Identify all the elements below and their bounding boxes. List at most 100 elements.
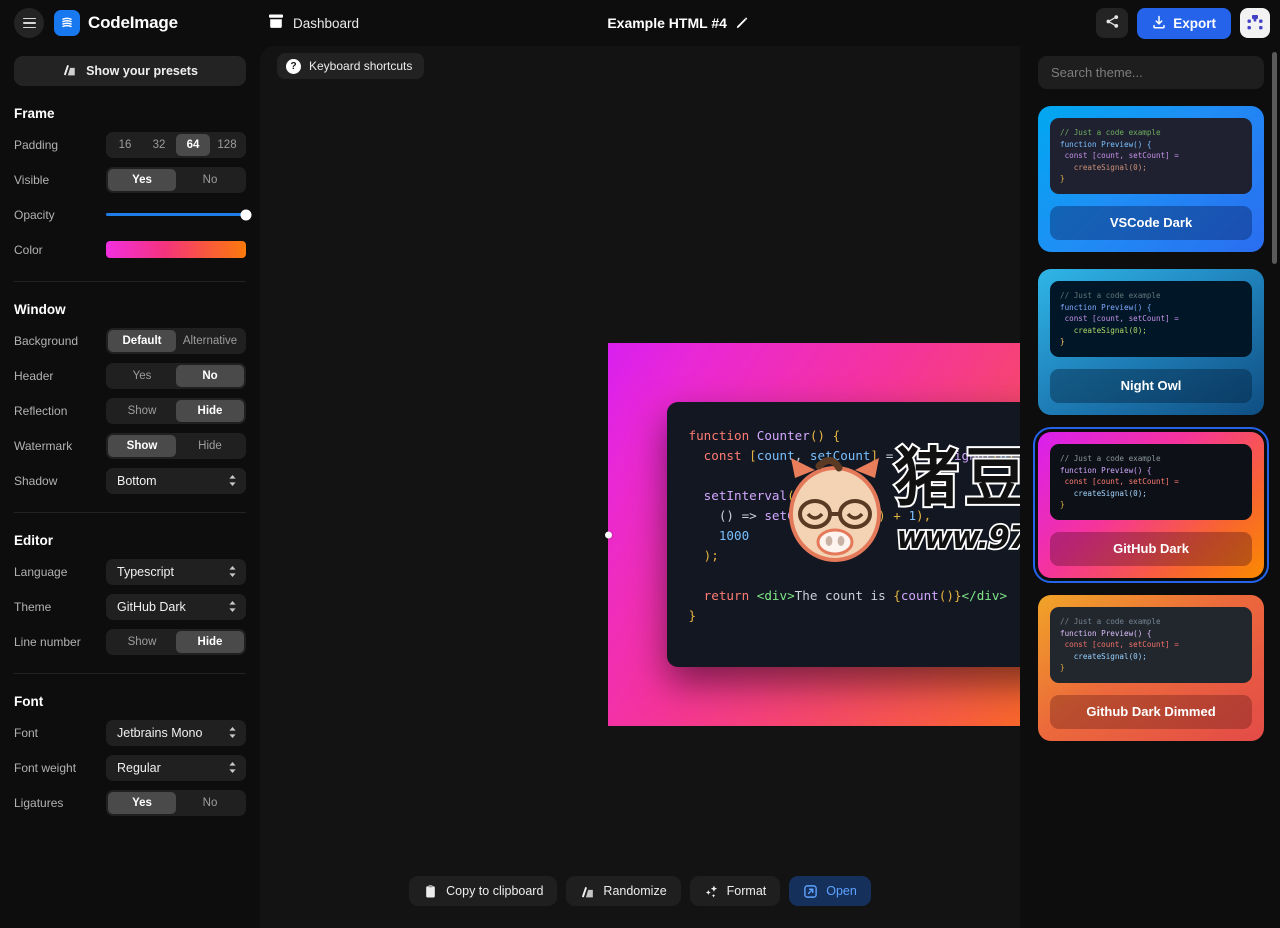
randomize-button[interactable]: Randomize [566,876,680,906]
code-token: function [689,428,757,443]
color-gradient-picker[interactable] [106,241,246,258]
code-token: 1000 [689,528,750,543]
segment-padding-64[interactable]: 64 [176,134,210,156]
select-theme[interactable]: GitHub Dark [106,594,246,620]
top-bar-left: CodeImage [0,8,260,38]
segment-header-yes[interactable]: Yes [108,365,176,387]
code-token: () [810,428,825,443]
toolbar-button-label: Randomize [603,884,666,898]
segment-visible-yes[interactable]: Yes [108,169,176,191]
search-input[interactable] [1038,56,1264,89]
copy-to-clipboard-button[interactable]: Copy to clipboard [409,876,557,906]
segment-line-number-hide[interactable]: Hide [176,631,244,653]
segment-background-default[interactable]: Default [108,330,176,352]
theme-scrollbar-thumb[interactable] [1272,52,1277,264]
segment-visible-no[interactable]: No [176,169,244,191]
document-title[interactable]: Example HTML #4 [607,15,749,32]
setting-label: Theme [14,600,106,614]
theme-card-github-dark-dimmed[interactable]: // Just a code examplefunction Preview()… [1038,595,1264,741]
select-font-weight[interactable]: Regular [106,755,246,781]
select-language[interactable]: Typescript [106,559,246,585]
code-window[interactable]: function Counter() { const [count, setCo… [667,402,1021,667]
segment-reflection-show[interactable]: Show [108,400,176,422]
segmented-control-header: YesNo [106,363,246,389]
setting-row: ThemeGitHub Dark [14,589,246,624]
export-button[interactable]: Export [1137,8,1231,39]
setting-label: Reflection [14,404,106,418]
theme-preview-code: // Just a code examplefunction Preview()… [1050,118,1252,194]
hamburger-icon[interactable] [14,8,44,38]
slider-opacity[interactable] [106,202,246,228]
code-token: [ [749,448,757,463]
segment-watermark-hide[interactable]: Hide [176,435,244,457]
setting-label: Font [14,726,106,740]
code-body[interactable]: function Counter() { const [count, setCo… [689,426,1021,626]
select-font[interactable]: Jetbrains Mono [106,720,246,746]
share-button[interactable] [1096,8,1128,38]
setting-control: Typescript [106,559,246,585]
segment-padding-16[interactable]: 16 [108,134,142,156]
theme-panel: // Just a code examplefunction Preview()… [1020,46,1280,928]
theme-scrollbar[interactable] [1272,52,1277,922]
dashboard-link[interactable]: Dashboard [268,14,359,32]
code-token: = [878,448,901,463]
select-shadow[interactable]: Bottom [106,468,246,494]
code-line: return <div>The count is {count()}</div> [689,586,1021,606]
section-title-window: Window [14,302,246,317]
segment-reflection-hide[interactable]: Hide [176,400,244,422]
theme-preview-line: const [count, setCount] = [1060,150,1242,162]
keyboard-shortcuts-button[interactable]: ? Keyboard shortcuts [277,53,424,79]
segment-line-number-show[interactable]: Show [108,631,176,653]
segmented-control-ligatures: YesNo [106,790,246,816]
open-button[interactable]: Open [789,876,871,906]
theme-preview-line: createSignal(0); [1060,488,1242,500]
theme-card-github-dark[interactable]: // Just a code examplefunction Preview()… [1038,432,1264,578]
show-presets-button[interactable]: Show your presets [14,56,246,86]
setting-control: YesNo [106,363,246,389]
segment-padding-128[interactable]: 128 [210,134,244,156]
dashboard-label: Dashboard [293,16,359,31]
presets-icon [62,62,77,80]
setting-row: Color [14,232,246,267]
code-token: } [689,608,697,623]
help-icon: ? [286,59,301,74]
setting-label: Font weight [14,761,106,775]
theme-card-night-owl[interactable]: // Just a code examplefunction Preview()… [1038,269,1264,415]
setting-label: Header [14,369,106,383]
frame-stage[interactable]: function Counter() { const [count, setCo… [608,343,1020,726]
setting-label: Padding [14,138,106,152]
avatar[interactable] [1240,8,1270,38]
archive-icon [268,14,284,32]
keyboard-shortcuts-label: Keyboard shortcuts [309,59,412,73]
code-token: , [795,448,810,463]
theme-preview-line: const [count, setCount] = [1060,476,1242,488]
segmented-control-background: DefaultAlternative [106,328,246,354]
segment-ligatures-yes[interactable]: Yes [108,792,176,814]
setting-row: Line numberShowHide [14,624,246,659]
setting-label: Ligatures [14,796,106,810]
setting-row: LanguageTypescript [14,554,246,589]
theme-preview-line: // Just a code example [1060,453,1242,465]
slider-knob[interactable] [241,209,252,220]
code-token: setCount [764,508,825,523]
app-root: CodeImage Dashboard Example HTML #4 [0,0,1280,928]
segment-header-no[interactable]: No [176,365,244,387]
code-token: return [689,588,757,603]
segment-padding-32[interactable]: 32 [142,134,176,156]
theme-preview-line: const [count, setCount] = [1060,313,1242,325]
segment-ligatures-no[interactable]: No [176,792,244,814]
format-button[interactable]: Format [690,876,781,906]
segment-background-alternative[interactable]: Alternative [176,330,244,352]
top-bar-middle: Dashboard Example HTML #4 [260,14,1096,32]
setting-row: HeaderYesNo [14,358,246,393]
pencil-icon[interactable] [735,15,749,32]
top-bar-right: Export [1096,8,1280,39]
code-line: setInterval( [689,486,1021,506]
section-title-font: Font [14,694,246,709]
segment-watermark-show[interactable]: Show [108,435,176,457]
select-value: Bottom [117,474,157,488]
resize-handle-left[interactable] [605,531,612,538]
theme-card-vscode-dark[interactable]: // Just a code examplefunction Preview()… [1038,106,1264,252]
section-title-frame: Frame [14,106,246,121]
brand[interactable]: CodeImage [54,10,178,36]
